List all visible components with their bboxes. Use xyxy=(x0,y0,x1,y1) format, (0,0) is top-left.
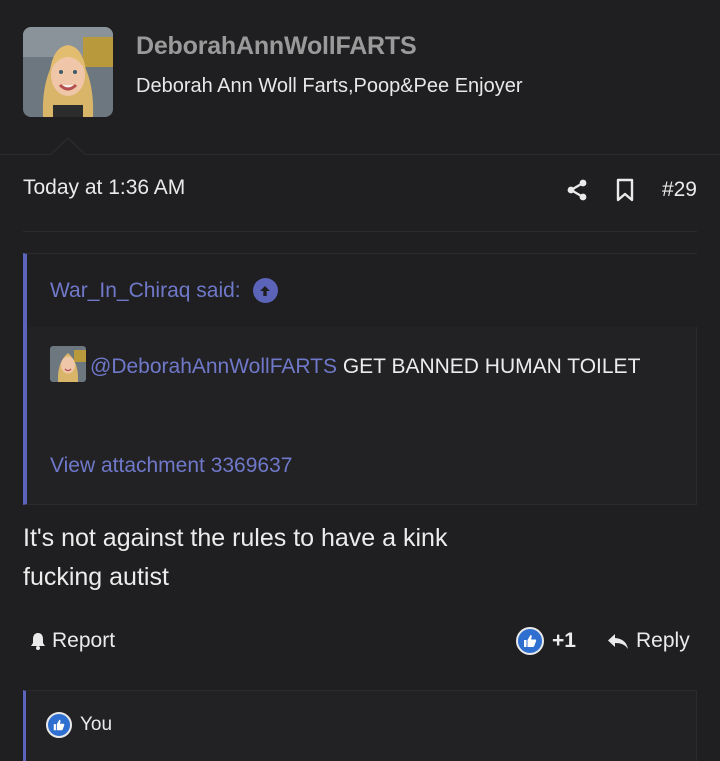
bookmark-icon[interactable] xyxy=(610,175,640,205)
reaction-count: +1 xyxy=(552,629,576,652)
report-label: Report xyxy=(52,629,116,652)
report-button[interactable]: Report xyxy=(28,629,115,653)
reaction-summary[interactable]: +1 xyxy=(516,627,576,655)
post-number-link[interactable]: #29 xyxy=(662,178,697,202)
quote-author-label: War_In_Chiraq said: xyxy=(50,278,241,302)
attachment-link[interactable]: View attachment 3369637 xyxy=(50,454,292,478)
thumbs-up-icon xyxy=(516,627,544,655)
post-user-header: DeborahAnnWollFARTS Deborah Ann Woll Far… xyxy=(0,0,720,155)
user-mention-link[interactable]: @DeborahAnnWollFARTS xyxy=(90,355,337,378)
author-username[interactable]: DeborahAnnWollFARTS xyxy=(136,32,417,61)
reply-button[interactable]: Reply xyxy=(606,629,690,653)
reply-label: Reply xyxy=(636,629,690,652)
quote-author-link[interactable]: War_In_Chiraq said: xyxy=(50,278,278,303)
thumbs-up-icon xyxy=(46,712,72,738)
reactions-bar[interactable]: You xyxy=(23,690,697,761)
post-timestamp[interactable]: Today at 1:36 AM xyxy=(23,176,185,200)
post-message: It's not against the rules to have a kin… xyxy=(23,519,447,597)
quote-text: GET BANNED HUMAN TOILET xyxy=(337,355,641,378)
post-meta-actions: #29 xyxy=(562,172,697,208)
message-line: fucking autist xyxy=(23,563,169,591)
divider xyxy=(23,231,697,232)
quote-block: War_In_Chiraq said: @DeborahAnnWollFARTS… xyxy=(23,253,697,505)
mention-avatar xyxy=(50,346,86,382)
message-line: It's not against the rules to have a kin… xyxy=(23,524,448,552)
avatar-image xyxy=(23,27,113,117)
author-user-title: Deborah Ann Woll Farts,Poop&Pee Enjoyer xyxy=(136,75,523,97)
reactions-bar-label: You xyxy=(80,714,113,735)
arrow-up-circle-icon[interactable] xyxy=(252,278,278,303)
bell-icon xyxy=(31,633,45,650)
quote-body: @DeborahAnnWollFARTS GET BANNED HUMAN TO… xyxy=(50,346,680,385)
share-icon[interactable] xyxy=(562,175,592,205)
reply-icon xyxy=(608,634,628,649)
author-avatar[interactable] xyxy=(23,27,113,117)
quote-header: War_In_Chiraq said: xyxy=(27,254,697,327)
